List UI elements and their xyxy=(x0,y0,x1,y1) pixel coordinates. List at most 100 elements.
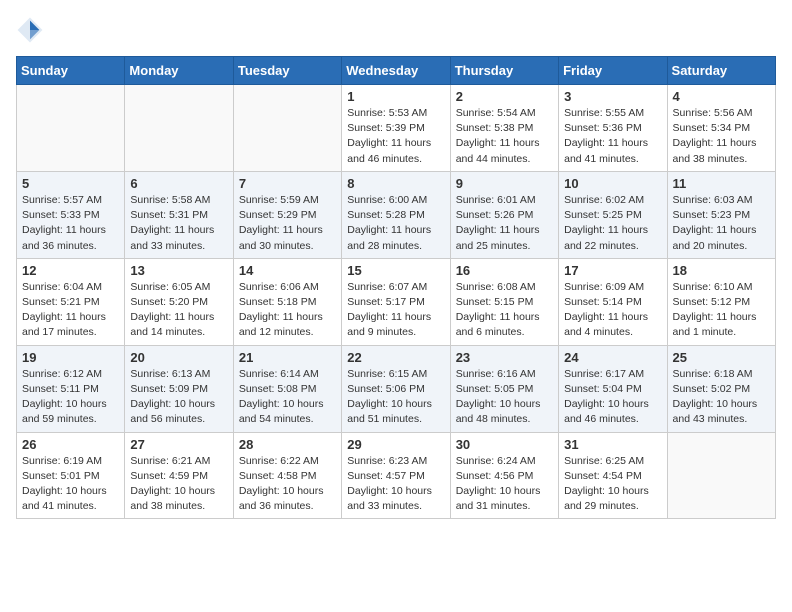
day-info: Sunrise: 6:10 AMSunset: 5:12 PMDaylight:… xyxy=(673,280,770,341)
day-number: 5 xyxy=(22,176,119,191)
day-info: Sunrise: 6:24 AMSunset: 4:56 PMDaylight:… xyxy=(456,454,553,515)
day-info: Sunrise: 6:03 AMSunset: 5:23 PMDaylight:… xyxy=(673,193,770,254)
day-number: 3 xyxy=(564,89,661,104)
day-info: Sunrise: 5:59 AMSunset: 5:29 PMDaylight:… xyxy=(239,193,336,254)
logo-icon xyxy=(16,16,44,44)
calendar-cell: 19 Sunrise: 6:12 AMSunset: 5:11 PMDayligh… xyxy=(17,345,125,432)
day-number: 15 xyxy=(347,263,444,278)
day-info: Sunrise: 6:09 AMSunset: 5:14 PMDaylight:… xyxy=(564,280,661,341)
day-number: 27 xyxy=(130,437,227,452)
calendar-cell: 4Sunrise: 5:56 AMSunset: 5:34 PMDaylight… xyxy=(667,85,775,172)
day-number: 7 xyxy=(239,176,336,191)
calendar-cell xyxy=(233,85,341,172)
calendar-header-row: SundayMondayTuesdayWednesdayThursdayFrid… xyxy=(17,57,776,85)
calendar-cell: 6 Sunrise: 5:58 AMSunset: 5:31 PMDaylight… xyxy=(125,171,233,258)
calendar-cell: 24Sunrise: 6:17 AMSunset: 5:04 PMDayligh… xyxy=(559,345,667,432)
day-number: 25 xyxy=(673,350,770,365)
calendar-cell: 12 Sunrise: 6:04 AMSunset: 5:21 PMDayligh… xyxy=(17,258,125,345)
calendar-cell: 1 Sunrise: 5:53 AMSunset: 5:39 PMDaylight… xyxy=(342,85,450,172)
calendar-cell xyxy=(125,85,233,172)
calendar-week-row: 12 Sunrise: 6:04 AMSunset: 5:21 PMDayligh… xyxy=(17,258,776,345)
day-number: 26 xyxy=(22,437,119,452)
day-info: Sunrise: 6:04 AMSunset: 5:21 PMDaylight:… xyxy=(22,280,119,341)
day-info: Sunrise: 6:14 AMSunset: 5:08 PMDaylight:… xyxy=(239,367,336,428)
day-info: Sunrise: 6:12 AMSunset: 5:11 PMDaylight:… xyxy=(22,367,119,428)
calendar-cell: 26 Sunrise: 6:19 AMSunset: 5:01 PMDayligh… xyxy=(17,432,125,519)
calendar-cell: 14 Sunrise: 6:06 AMSunset: 5:18 PMDayligh… xyxy=(233,258,341,345)
calendar-cell: 23 Sunrise: 6:16 AMSunset: 5:05 PMDayligh… xyxy=(450,345,558,432)
calendar-cell xyxy=(17,85,125,172)
day-info: Sunrise: 6:23 AMSunset: 4:57 PMDaylight:… xyxy=(347,454,444,515)
day-number: 9 xyxy=(456,176,553,191)
day-number: 8 xyxy=(347,176,444,191)
calendar-cell: 29Sunrise: 6:23 AMSunset: 4:57 PMDayligh… xyxy=(342,432,450,519)
day-info: Sunrise: 6:00 AMSunset: 5:28 PMDaylight:… xyxy=(347,193,444,254)
day-header-saturday: Saturday xyxy=(667,57,775,85)
calendar-cell: 16Sunrise: 6:08 AMSunset: 5:15 PMDayligh… xyxy=(450,258,558,345)
calendar-cell: 8 Sunrise: 6:00 AMSunset: 5:28 PMDaylight… xyxy=(342,171,450,258)
day-number: 14 xyxy=(239,263,336,278)
day-header-friday: Friday xyxy=(559,57,667,85)
calendar-cell: 2Sunrise: 5:54 AMSunset: 5:38 PMDaylight… xyxy=(450,85,558,172)
calendar-cell: 28 Sunrise: 6:22 AMSunset: 4:58 PMDayligh… xyxy=(233,432,341,519)
calendar-week-row: 5 Sunrise: 5:57 AMSunset: 5:33 PMDaylight… xyxy=(17,171,776,258)
calendar-cell: 17Sunrise: 6:09 AMSunset: 5:14 PMDayligh… xyxy=(559,258,667,345)
calendar-table: SundayMondayTuesdayWednesdayThursdayFrid… xyxy=(16,56,776,519)
day-header-wednesday: Wednesday xyxy=(342,57,450,85)
day-number: 19 xyxy=(22,350,119,365)
day-info: Sunrise: 6:22 AMSunset: 4:58 PMDaylight:… xyxy=(239,454,336,515)
day-number: 10 xyxy=(564,176,661,191)
calendar-cell: 30 Sunrise: 6:24 AMSunset: 4:56 PMDayligh… xyxy=(450,432,558,519)
calendar-cell: 21 Sunrise: 6:14 AMSunset: 5:08 PMDayligh… xyxy=(233,345,341,432)
day-info: Sunrise: 6:06 AMSunset: 5:18 PMDaylight:… xyxy=(239,280,336,341)
day-info: Sunrise: 6:02 AMSunset: 5:25 PMDaylight:… xyxy=(564,193,661,254)
day-header-tuesday: Tuesday xyxy=(233,57,341,85)
day-info: Sunrise: 5:53 AMSunset: 5:39 PMDaylight:… xyxy=(347,106,444,167)
calendar-cell: 18 Sunrise: 6:10 AMSunset: 5:12 PMDayligh… xyxy=(667,258,775,345)
day-info: Sunrise: 6:19 AMSunset: 5:01 PMDaylight:… xyxy=(22,454,119,515)
logo xyxy=(16,16,48,44)
calendar-week-row: 26 Sunrise: 6:19 AMSunset: 5:01 PMDayligh… xyxy=(17,432,776,519)
calendar-cell: 9 Sunrise: 6:01 AMSunset: 5:26 PMDaylight… xyxy=(450,171,558,258)
day-info: Sunrise: 5:58 AMSunset: 5:31 PMDaylight:… xyxy=(130,193,227,254)
calendar-cell: 5 Sunrise: 5:57 AMSunset: 5:33 PMDaylight… xyxy=(17,171,125,258)
calendar-cell: 22Sunrise: 6:15 AMSunset: 5:06 PMDayligh… xyxy=(342,345,450,432)
day-info: Sunrise: 6:01 AMSunset: 5:26 PMDaylight:… xyxy=(456,193,553,254)
day-number: 28 xyxy=(239,437,336,452)
day-number: 21 xyxy=(239,350,336,365)
day-number: 30 xyxy=(456,437,553,452)
calendar-cell: 7 Sunrise: 5:59 AMSunset: 5:29 PMDaylight… xyxy=(233,171,341,258)
calendar-cell: 20 Sunrise: 6:13 AMSunset: 5:09 PMDayligh… xyxy=(125,345,233,432)
day-info: Sunrise: 6:07 AMSunset: 5:17 PMDaylight:… xyxy=(347,280,444,341)
day-info: Sunrise: 6:17 AMSunset: 5:04 PMDaylight:… xyxy=(564,367,661,428)
calendar-week-row: 1 Sunrise: 5:53 AMSunset: 5:39 PMDaylight… xyxy=(17,85,776,172)
day-number: 12 xyxy=(22,263,119,278)
calendar-cell: 10 Sunrise: 6:02 AMSunset: 5:25 PMDayligh… xyxy=(559,171,667,258)
day-number: 1 xyxy=(347,89,444,104)
day-number: 20 xyxy=(130,350,227,365)
day-info: Sunrise: 5:56 AMSunset: 5:34 PMDaylight:… xyxy=(673,106,770,167)
calendar-cell: 3 Sunrise: 5:55 AMSunset: 5:36 PMDaylight… xyxy=(559,85,667,172)
calendar-cell: 15 Sunrise: 6:07 AMSunset: 5:17 PMDayligh… xyxy=(342,258,450,345)
day-info: Sunrise: 6:13 AMSunset: 5:09 PMDaylight:… xyxy=(130,367,227,428)
day-info: Sunrise: 6:21 AMSunset: 4:59 PMDaylight:… xyxy=(130,454,227,515)
day-number: 18 xyxy=(673,263,770,278)
calendar-cell: 13Sunrise: 6:05 AMSunset: 5:20 PMDayligh… xyxy=(125,258,233,345)
day-number: 23 xyxy=(456,350,553,365)
day-number: 11 xyxy=(673,176,770,191)
day-header-monday: Monday xyxy=(125,57,233,85)
calendar-cell: 31Sunrise: 6:25 AMSunset: 4:54 PMDayligh… xyxy=(559,432,667,519)
day-info: Sunrise: 5:55 AMSunset: 5:36 PMDaylight:… xyxy=(564,106,661,167)
day-info: Sunrise: 6:05 AMSunset: 5:20 PMDaylight:… xyxy=(130,280,227,341)
calendar-week-row: 19 Sunrise: 6:12 AMSunset: 5:11 PMDayligh… xyxy=(17,345,776,432)
calendar-cell xyxy=(667,432,775,519)
day-header-sunday: Sunday xyxy=(17,57,125,85)
day-number: 2 xyxy=(456,89,553,104)
day-info: Sunrise: 5:57 AMSunset: 5:33 PMDaylight:… xyxy=(22,193,119,254)
day-number: 22 xyxy=(347,350,444,365)
calendar-cell: 27 Sunrise: 6:21 AMSunset: 4:59 PMDayligh… xyxy=(125,432,233,519)
day-number: 6 xyxy=(130,176,227,191)
day-info: Sunrise: 6:16 AMSunset: 5:05 PMDaylight:… xyxy=(456,367,553,428)
day-header-thursday: Thursday xyxy=(450,57,558,85)
day-number: 16 xyxy=(456,263,553,278)
